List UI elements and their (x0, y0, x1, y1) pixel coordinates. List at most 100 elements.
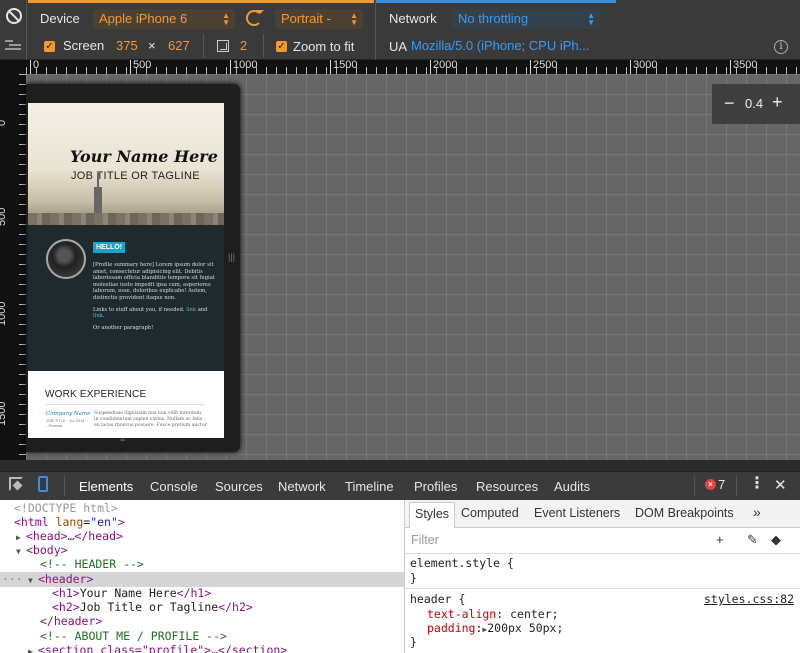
error-count[interactable]: 7 (718, 477, 725, 492)
ruler-label: 1000 (233, 60, 258, 71)
rule-source-link[interactable]: styles.css:82 (704, 592, 794, 606)
ruler-major-tick (30, 60, 31, 74)
divider (45, 404, 205, 405)
elements-tree: <!DOCTYPE html> <html lang="en"> ▶ <head>… (0, 500, 404, 653)
zoom-out-button[interactable]: − (724, 93, 735, 114)
ellipsis-icon[interactable]: ··· (2, 572, 23, 587)
zoom-control: − 0.4 + (712, 84, 800, 124)
media-queries-icon[interactable] (5, 40, 21, 52)
tab-console[interactable]: Console (150, 479, 198, 494)
device-pixel-ratio-icon (217, 40, 229, 52)
dom-node-header-close[interactable]: </header> (0, 614, 404, 629)
tag-name: </h2> (218, 600, 253, 614)
zoom-to-fit-checkbox[interactable]: ✓ (276, 41, 287, 52)
tag-name: <h2> (52, 600, 80, 614)
ruler-major-tick (530, 60, 531, 74)
color-format-icon[interactable]: ◆ (771, 532, 781, 548)
preview-profile-section: HELLO! [Profile summary here] Lorem ipsu… (28, 225, 224, 371)
tag-name: </header> (40, 614, 103, 628)
dom-node-comment[interactable]: <!-- ABOUT ME / PROFILE --> (0, 629, 404, 644)
dom-node-comment[interactable]: <!-- HEADER --> (0, 557, 404, 572)
tab-dom-breakpoints[interactable]: DOM Breakpoints (635, 506, 734, 520)
orientation-select-value: Portrait - (281, 11, 331, 26)
tab-elements[interactable]: Elements (79, 479, 133, 494)
resize-handle-right[interactable]: ||| (228, 252, 235, 262)
tag-name: <h1> (52, 586, 80, 600)
dom-node-doctype[interactable]: <!DOCTYPE html> (0, 501, 404, 516)
tab-event-listeners[interactable]: Event Listeners (534, 506, 620, 520)
dom-node-section[interactable]: ▶ <section class="profile">…</section> (0, 643, 404, 653)
dom-node-h2[interactable]: <h2>Job Title or Tagline</h2> (0, 600, 404, 615)
profile-extra: Or another paragraph! (93, 324, 154, 331)
screen-label: Screen (63, 38, 105, 53)
dom-node-header[interactable]: ··· ▼ <header> (0, 572, 404, 587)
profile-link[interactable]: link (93, 313, 103, 319)
styles-tabbar: Styles Computed Event Listeners DOM Brea… (405, 500, 800, 528)
ruler-label: 3500 (733, 60, 758, 71)
inspect-element-icon[interactable] (9, 477, 23, 491)
tab-profiles[interactable]: Profiles (414, 479, 457, 494)
ruler-major-tick (730, 60, 731, 74)
tab-network[interactable]: Network (278, 479, 326, 494)
style-property[interactable]: padding:▶200px 50px; (427, 621, 563, 635)
preview-tagline: JOB TITLE OR TAGLINE (71, 170, 200, 182)
tabbar-divider (694, 476, 695, 496)
ruler-label: 0 (33, 60, 40, 71)
dom-node-body[interactable]: ▼ <body> (0, 543, 404, 558)
expand-triangle-icon[interactable]: ▶ (28, 644, 38, 653)
rotate-icon[interactable] (246, 10, 264, 26)
tab-sources[interactable]: Sources (215, 479, 263, 494)
dom-node-h1[interactable]: <h1>Your Name Here</h1> (0, 586, 404, 601)
info-icon[interactable]: i (774, 40, 788, 54)
style-property[interactable]: text-align: center; (427, 607, 559, 621)
no-emulation-icon[interactable] (6, 8, 22, 24)
dpr-input[interactable]: 2 (240, 38, 247, 53)
work-experience-heading: WORK EXPERIENCE (45, 389, 147, 400)
more-options-icon[interactable]: ⋮ (749, 476, 765, 492)
tab-audits[interactable]: Audits (554, 479, 590, 494)
doctype-text: <!DOCTYPE html> (14, 501, 118, 515)
pin-icon[interactable]: ✎ (747, 532, 758, 548)
ruler-label: 2000 (433, 60, 458, 71)
device-section-indicator (28, 0, 374, 3)
dom-node-html[interactable]: <html lang="en"> (0, 515, 404, 530)
rule-selector[interactable]: header { (410, 592, 465, 606)
tab-styles[interactable]: Styles (409, 502, 456, 528)
device-select[interactable]: Apple iPhone 6 ▲ ▼ (93, 9, 235, 29)
ruler-major-tick (330, 60, 331, 74)
device-mode-icon[interactable] (38, 476, 48, 492)
comment-text: <!-- ABOUT ME / PROFILE --> (40, 629, 227, 643)
more-tabs-icon[interactable]: » (753, 504, 761, 520)
profile-link[interactable]: link (186, 307, 196, 313)
avatar (46, 239, 86, 279)
tab-computed[interactable]: Computed (461, 506, 519, 520)
ruler-ticks (19, 74, 26, 460)
close-icon[interactable]: ✕ (774, 476, 787, 494)
select-arrows-icon: ▲ ▼ (350, 11, 358, 27)
zoom-in-button[interactable]: + (772, 92, 783, 113)
screen-height-input[interactable]: 627 (168, 38, 190, 53)
network-throttling-select[interactable]: No throttling ▲ ▼ (452, 9, 600, 29)
devtools-tabbar: Elements Console Sources Network Timelin… (0, 471, 800, 500)
tab-timeline[interactable]: Timeline (345, 479, 394, 494)
ruler-label: 500 (0, 207, 8, 226)
company-name: Company Name (46, 411, 91, 417)
job-meta: JOB TITLE · Jul 2014 - Present (46, 418, 85, 428)
property-value: 200px 50px; (487, 621, 564, 635)
user-agent-input[interactable]: Mozilla/5.0 (iPhone; CPU iPh... (411, 38, 601, 56)
screen-width-input[interactable]: 375 (116, 38, 138, 53)
orientation-select[interactable]: Portrait - ▲ ▼ (275, 9, 363, 29)
element-style-selector[interactable]: element.style { (410, 556, 514, 570)
dom-node-head[interactable]: ▶ <head>…</head> (0, 529, 404, 544)
styles-filter-input[interactable]: Filter (411, 533, 439, 547)
styles-pane: Styles Computed Event Listeners DOM Brea… (404, 500, 800, 653)
ruler-major-tick (630, 60, 631, 74)
network-label: Network (389, 11, 437, 26)
tab-resources[interactable]: Resources (476, 479, 538, 494)
new-style-rule-icon[interactable]: + (716, 532, 724, 547)
attr-value: "en" (90, 515, 118, 529)
screen-checkbox[interactable]: ✓ (44, 41, 55, 52)
error-icon[interactable]: × (705, 479, 716, 490)
preview-name-heading: Your Name Here (70, 147, 218, 166)
profile-summary: [Profile summary here] Lorem ipsum dolor… (93, 262, 215, 301)
